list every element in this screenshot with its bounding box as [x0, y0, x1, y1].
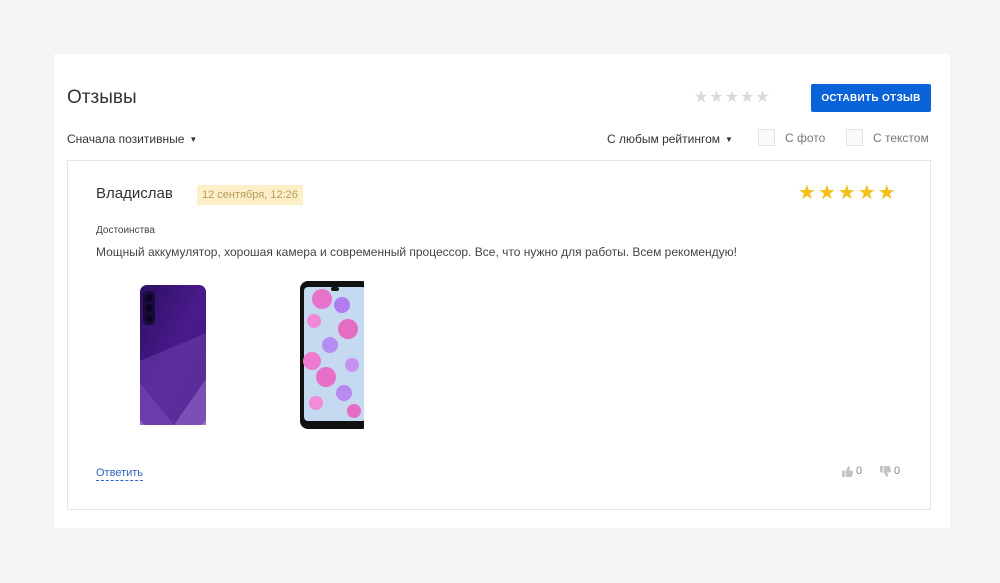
star-icon: ★ [755, 89, 770, 106]
with-photo-label: С фото [785, 130, 826, 145]
checkbox-box[interactable] [846, 129, 863, 146]
section-title: Отзывы [67, 87, 137, 108]
sort-label: Сначала позитивные [67, 132, 185, 146]
review-author: Владислав [96, 185, 173, 202]
review-text: Мощный аккумулятор, хорошая камера и сов… [96, 245, 737, 259]
checkbox-box[interactable] [758, 129, 775, 146]
review-date: 12 сентября, 12:26 [197, 185, 303, 205]
reviews-panel: Отзывы ★ ★ ★ ★ ★ ОСТАВИТЬ ОТЗЫВ Сначала … [54, 54, 950, 528]
review-rating-stars: ★ ★ ★ ★ ★ [798, 181, 896, 205]
review-card: Владислав 12 сентября, 12:26 ★ ★ ★ ★ ★ Д… [67, 160, 931, 510]
leave-review-button[interactable]: ОСТАВИТЬ ОТЗЫВ [811, 84, 931, 112]
rating-filter-dropdown[interactable]: С любым рейтингом ▼ [607, 132, 733, 146]
like-button[interactable]: 0 [842, 465, 862, 477]
star-icon: ★ [798, 182, 816, 204]
with-text-checkbox[interactable]: С текстом [846, 129, 929, 146]
with-text-label: С текстом [873, 130, 929, 145]
star-icon: ★ [857, 182, 876, 204]
rating-filter-label: С любым рейтингом [607, 132, 720, 146]
average-rating-stars: ★ ★ ★ ★ ★ [694, 89, 770, 107]
thumbs-up-icon [842, 465, 853, 477]
star-icon: ★ [740, 89, 755, 106]
star-icon: ★ [724, 89, 740, 106]
star-icon: ★ [709, 89, 724, 106]
review-photo-phone-front[interactable] [254, 275, 370, 440]
star-icon: ★ [817, 182, 836, 204]
pros-label: Достоинства [96, 225, 155, 236]
caret-down-icon: ▼ [189, 135, 198, 144]
star-icon: ★ [877, 182, 896, 204]
star-icon: ★ [694, 89, 709, 106]
like-count: 0 [856, 465, 863, 477]
caret-down-icon: ▼ [725, 135, 733, 144]
thumbs-down-icon [880, 465, 891, 477]
dislike-count: 0 [894, 465, 901, 477]
star-icon: ★ [837, 182, 856, 204]
review-photo-phone-back[interactable] [134, 283, 214, 434]
sort-dropdown[interactable]: Сначала позитивные ▼ [67, 132, 197, 146]
reply-link[interactable]: Ответить [96, 467, 144, 481]
with-photo-checkbox[interactable]: С фото [758, 129, 825, 146]
dislike-button[interactable]: 0 [880, 465, 900, 477]
